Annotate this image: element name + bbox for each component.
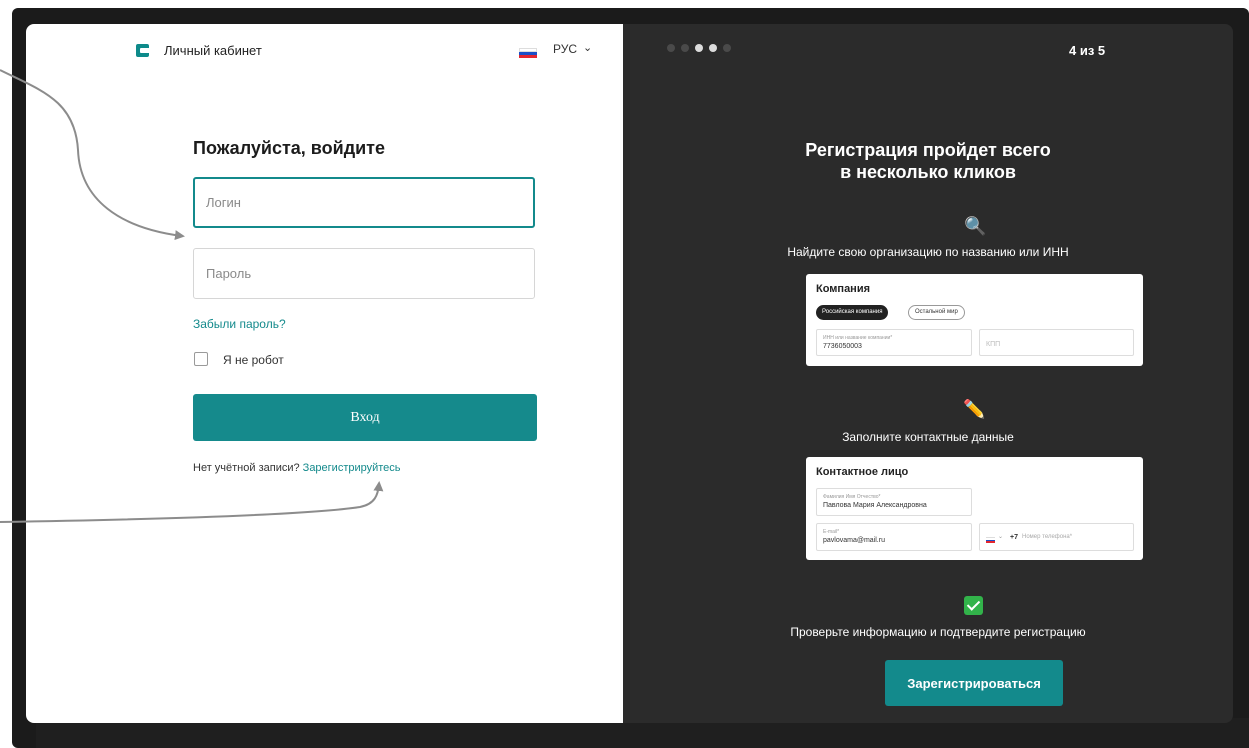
annotation-arrows: [0, 69, 384, 523]
annotation-arrow-to-register: [0, 481, 384, 523]
annotation-arrow-to-login: [0, 69, 185, 241]
